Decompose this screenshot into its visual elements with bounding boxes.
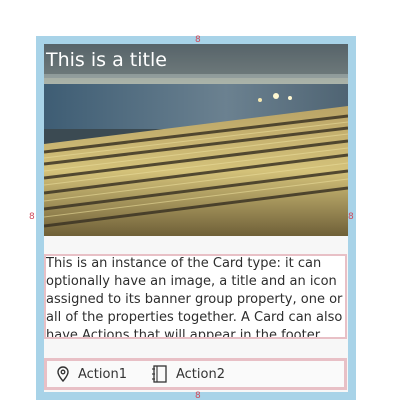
margin-label-bottom: 8	[195, 391, 201, 401]
card-title: This is a title	[46, 49, 167, 71]
margin-label-left: 8	[29, 212, 35, 222]
margin-label-right: 8	[348, 212, 354, 222]
card-banner: This is a title	[44, 44, 348, 236]
card: This is a title This is an instance of t…	[44, 44, 348, 392]
banner-image	[44, 44, 348, 236]
action2-button[interactable]: Action2	[151, 365, 225, 383]
action1-button[interactable]: Action1	[57, 366, 127, 382]
description-padding-guide: This is an instance of the Card type: it…	[44, 254, 347, 339]
notebook-icon	[151, 365, 167, 383]
card-actions: Action1 Action2	[44, 358, 347, 390]
card-description: This is an instance of the Card type: it…	[46, 256, 343, 339]
margin-label-top: 8	[195, 35, 201, 45]
location-pin-icon	[57, 366, 69, 382]
card-margin-guide: This is a title This is an instance of t…	[36, 36, 356, 400]
action2-label: Action2	[176, 366, 225, 382]
action1-label: Action1	[78, 366, 127, 382]
